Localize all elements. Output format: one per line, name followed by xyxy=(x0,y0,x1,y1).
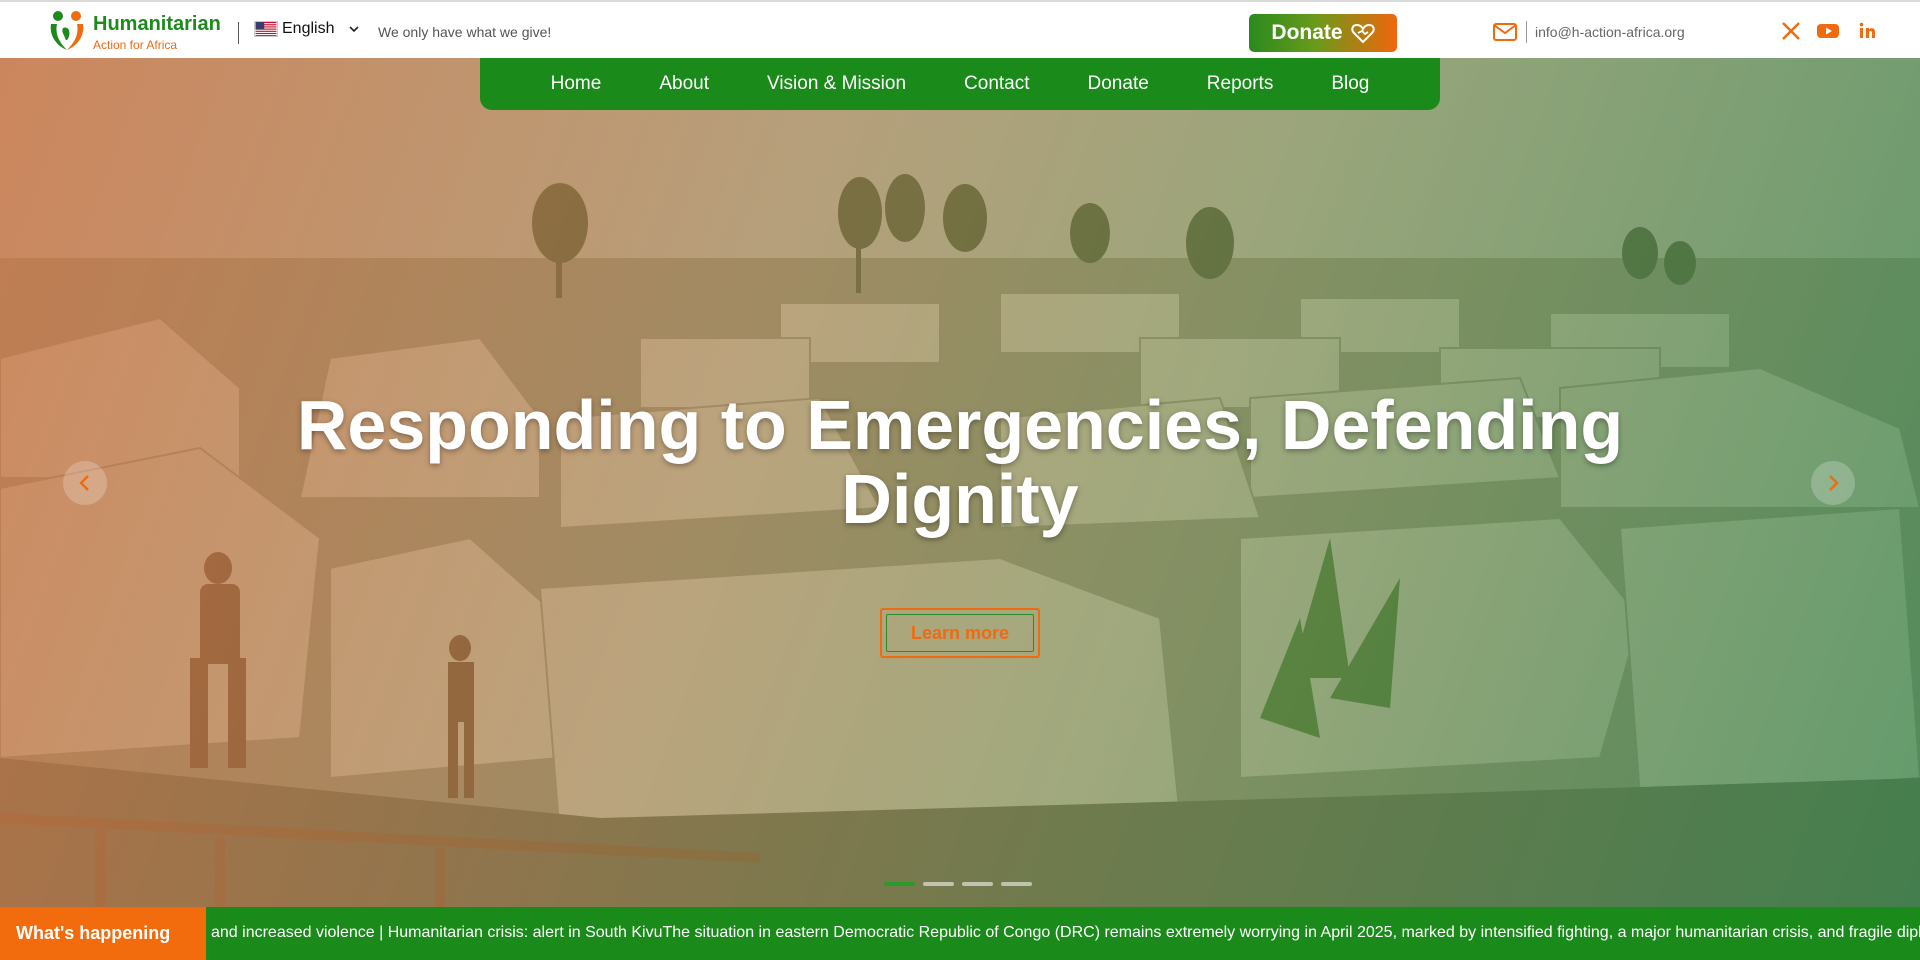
learn-more-button[interactable]: Learn more xyxy=(880,608,1040,658)
logo-icon[interactable] xyxy=(47,10,87,52)
donate-button[interactable]: Donate xyxy=(1249,14,1397,52)
x-icon[interactable] xyxy=(1780,21,1802,41)
us-flag-icon xyxy=(254,21,278,37)
language-selector[interactable]: English xyxy=(254,20,360,38)
youtube-icon[interactable] xyxy=(1817,21,1839,41)
slide-indicator-1[interactable] xyxy=(884,882,915,886)
donate-button-label: Donate xyxy=(1271,21,1343,44)
slide-indicator-2[interactable] xyxy=(923,882,954,886)
learn-more-label: Learn more xyxy=(886,614,1034,652)
nav-item-contact[interactable]: Contact xyxy=(935,73,1058,95)
divider xyxy=(238,22,239,44)
next-slide-button[interactable] xyxy=(1811,461,1855,505)
language-label: English xyxy=(282,20,335,37)
brand[interactable]: Humanitarian Action for Africa xyxy=(93,13,221,53)
nav-item-home[interactable]: Home xyxy=(522,73,631,95)
brand-name: Humanitarian xyxy=(93,13,221,35)
heart-hand-icon xyxy=(1350,23,1375,44)
nav-item-about[interactable]: About xyxy=(630,73,738,95)
nav-item-reports[interactable]: Reports xyxy=(1178,73,1303,95)
nav-item-donate[interactable]: Donate xyxy=(1059,73,1178,95)
tagline: We only have what we give! xyxy=(378,24,552,40)
slide-indicator-4[interactable] xyxy=(1001,882,1032,886)
main-navigation: Home About Vision & Mission Contact Donate Re… xyxy=(480,58,1440,110)
nav-item-vision-mission[interactable]: Vision & Mission xyxy=(738,73,935,95)
ticker-label: What's happening xyxy=(0,907,206,960)
previous-slide-button[interactable] xyxy=(63,461,107,505)
nav-item-blog[interactable]: Blog xyxy=(1302,73,1398,95)
linkedin-icon[interactable] xyxy=(1857,21,1879,41)
top-bar: Humanitarian Action for Africa English W… xyxy=(0,0,1920,58)
hero-slider: Responding to Emergencies, Defending Dig… xyxy=(0,58,1920,908)
email-address[interactable]: info@h-action-africa.org xyxy=(1535,24,1685,40)
chevron-left-icon xyxy=(79,475,89,491)
ticker-text[interactable]: and increased violence | Humanitarian cr… xyxy=(211,924,1920,942)
chevron-down-icon xyxy=(349,26,360,33)
divider xyxy=(1526,21,1527,43)
hero-title: Responding to Emergencies, Defending Dig… xyxy=(296,386,1624,538)
news-ticker: and increased violence | Humanitarian cr… xyxy=(0,907,1920,960)
brand-subtitle: Action for Africa xyxy=(93,38,178,52)
slide-indicators xyxy=(884,882,1032,886)
chevron-right-icon xyxy=(1829,475,1839,491)
slide-indicator-3[interactable] xyxy=(962,882,993,886)
mail-icon[interactable] xyxy=(1493,23,1517,41)
